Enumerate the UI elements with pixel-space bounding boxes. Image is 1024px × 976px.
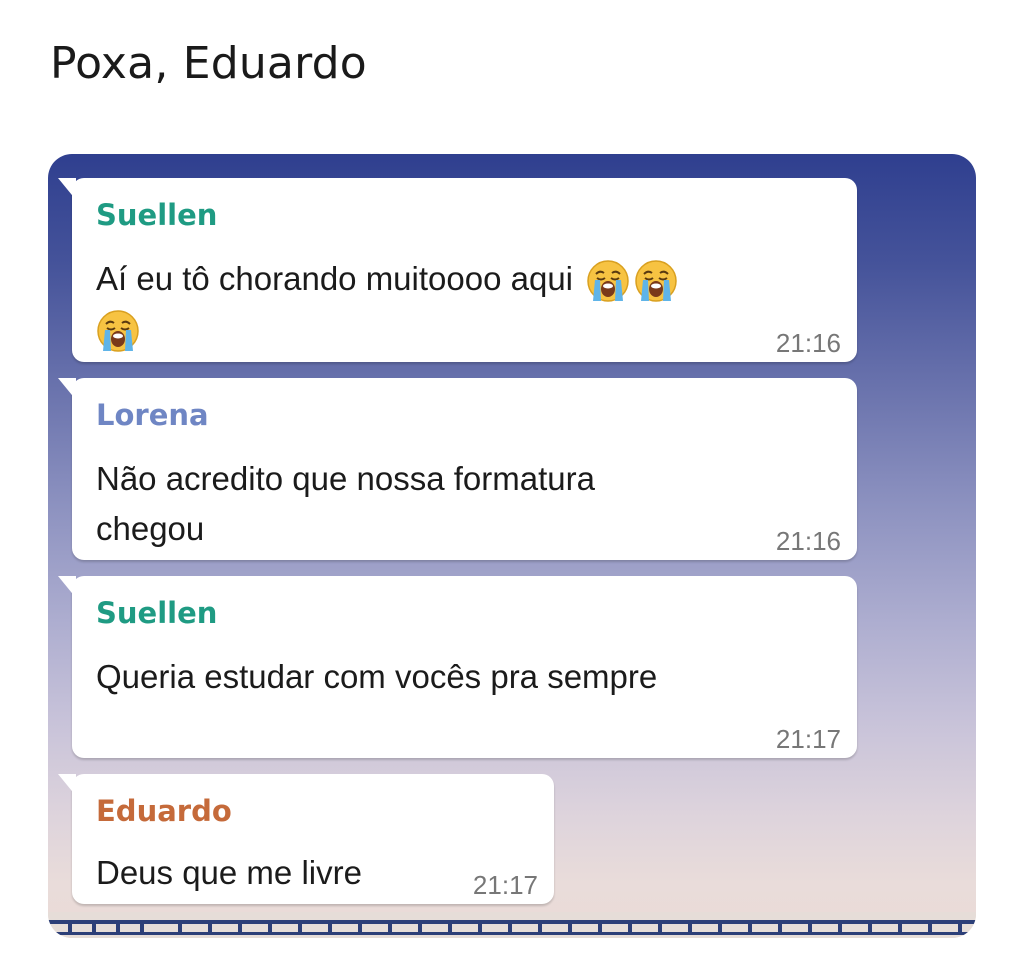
sender-name: Lorena [96,398,209,432]
loudly-crying-face-icon [586,259,630,303]
message-text: Deus que me livre [96,854,362,891]
message-bubble-suellen-1[interactable]: Suellen Aí eu tô chorando muitoooo aqui [58,178,857,362]
loudly-crying-face-icon [96,309,140,353]
message-time: 21:16 [775,328,841,358]
message-bubble-lorena[interactable]: Lorena Não acredito que nossa formatura … [58,378,857,560]
loudly-crying-face-icon [634,259,678,303]
post-title: Poxa, Eduardo [50,38,367,89]
message-text: Aí eu tô chorando muitoooo aqui [96,254,836,354]
message-text-line: Aí eu tô chorando muitoooo aqui [96,260,574,297]
sender-name: Suellen [96,596,218,630]
message-text-line: chegou [96,510,205,547]
message-time: 21:17 [775,724,841,754]
message-bubble-suellen-2[interactable]: Suellen Queria estudar com vocês pra sem… [58,576,857,758]
railing-decoration [48,912,976,938]
message-text-line: Não acredito que nossa formatura [96,460,595,497]
sender-name: Suellen [96,198,218,232]
message-bubble-eduardo[interactable]: Eduardo Deus que me livre 21:17 [58,774,554,904]
message-time: 21:17 [472,870,538,900]
chat-screenshot: Suellen Aí eu tô chorando muitoooo aqui [48,154,976,938]
message-time: 21:16 [775,526,841,556]
message-text: Não acredito que nossa formatura chegou [96,454,796,554]
message-text: Queria estudar com vocês pra sempre [96,658,658,695]
sender-name: Eduardo [96,794,232,828]
